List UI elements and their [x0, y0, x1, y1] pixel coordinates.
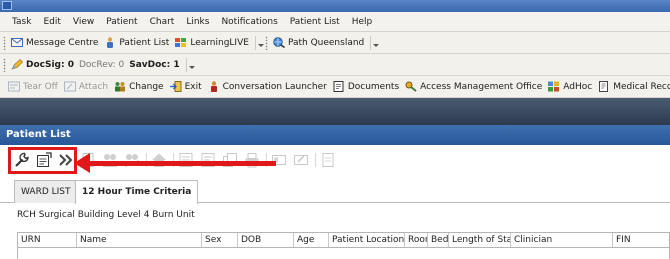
- menu-help[interactable]: Help: [346, 12, 379, 32]
- conversation-launcher-button[interactable]: Conversation Launcher: [206, 78, 331, 96]
- menu-patient-list[interactable]: Patient List: [284, 12, 346, 32]
- toolbar-separator: [315, 153, 316, 167]
- column-header-name[interactable]: Name: [77, 233, 202, 247]
- column-header-urn[interactable]: URN: [18, 233, 77, 247]
- toolbar-grip[interactable]: [3, 35, 6, 50]
- column-header-room[interactable]: Room: [405, 233, 428, 247]
- column-header-fin[interactable]: FIN: [613, 233, 669, 247]
- note-icon[interactable]: [320, 152, 336, 168]
- conversation-launcher-label: Conversation Launcher: [222, 81, 327, 92]
- adhoc-grid-icon: [548, 81, 560, 92]
- patient-table-header: URN Name Sex DOB Age Patient Location Ro…: [17, 232, 670, 248]
- menu-chart[interactable]: Chart: [144, 12, 181, 32]
- patient-list-label: Patient List: [119, 37, 170, 48]
- column-header-dob[interactable]: DOB: [238, 233, 294, 247]
- menu-task[interactable]: Task: [6, 12, 37, 32]
- savdoc-label: SavDoc: 1: [129, 59, 180, 70]
- learninglive-label: LearningLIVE: [190, 37, 249, 48]
- card-edit-icon[interactable]: [293, 152, 309, 168]
- person-speech-icon: [210, 81, 217, 92]
- patient-list-button[interactable]: Patient List: [102, 34, 173, 52]
- annotation-arrow-shaft: [86, 161, 276, 166]
- change-label: Change: [129, 81, 164, 92]
- column-header-sex[interactable]: Sex: [202, 233, 238, 247]
- toolbar-actions: Tear Off Attach Change Exit Conversation…: [0, 76, 670, 98]
- panel-title: Patient List: [0, 125, 670, 145]
- tab-ward-list[interactable]: WARD LIST: [14, 180, 78, 203]
- documents-button[interactable]: Documents: [331, 78, 403, 96]
- envelope-icon: [11, 38, 23, 47]
- toolbar-grip[interactable]: [3, 57, 6, 72]
- attach-label: Attach: [78, 81, 109, 92]
- toolbar-docsig: DocSig: 0 DocRev: 0 SavDoc: 1: [0, 54, 670, 76]
- toolbar-overflow-chevron[interactable]: [254, 35, 264, 50]
- document-icon: [333, 81, 344, 92]
- toolbar-overflow-chevron[interactable]: [185, 57, 195, 72]
- exit-button[interactable]: Exit: [168, 78, 206, 96]
- path-queensland-label: Path Queensland: [287, 37, 365, 48]
- medical-record-request-button[interactable]: Medical Record Reque: [596, 78, 670, 96]
- menu-bar: Task Edit View Patient Chart Links Notif…: [0, 12, 670, 32]
- docsig-label: DocSig: 0: [26, 59, 74, 70]
- access-management-office-label: Access Management Office: [420, 81, 543, 92]
- window-titlebar: [0, 0, 670, 12]
- learning-icon: [175, 38, 187, 47]
- annotation-highlight-box: [8, 147, 77, 174]
- column-header-bed[interactable]: Bed: [428, 233, 449, 247]
- menu-links[interactable]: Links: [180, 12, 215, 32]
- key-people-icon: [405, 81, 417, 92]
- menu-patient[interactable]: Patient: [100, 12, 143, 32]
- tear-off-label: Tear Off: [23, 81, 58, 92]
- change-people-icon: [115, 82, 126, 92]
- toolbar-overflow-chevron[interactable]: [370, 35, 380, 50]
- app-icon: [2, 1, 12, 10]
- menu-notifications[interactable]: Notifications: [215, 12, 283, 32]
- annotation-arrow-head: [74, 153, 90, 173]
- patient-list-toolbar: [0, 145, 670, 175]
- tear-off-button[interactable]: Tear Off: [6, 78, 62, 96]
- globe-search-icon: [273, 37, 285, 48]
- adhoc-button[interactable]: AdHoc: [546, 78, 596, 96]
- toolbar-grip[interactable]: [264, 35, 268, 50]
- docsig-indicator[interactable]: DocSig: 0 DocRev: 0 SavDoc: 1: [9, 56, 184, 74]
- pen-sign-icon: [11, 59, 23, 70]
- documents-label: Documents: [347, 81, 400, 92]
- path-queensland-button[interactable]: Path Queensland: [271, 34, 368, 52]
- exit-door-icon: [169, 81, 182, 92]
- toolbar-links: Message Centre Patient List LearningLIVE…: [0, 32, 670, 54]
- patient-table-body: [17, 248, 670, 259]
- access-management-office-button[interactable]: Access Management Office: [403, 78, 546, 96]
- adhoc-label: AdHoc: [563, 81, 593, 92]
- medical-record-icon: [599, 81, 609, 92]
- change-button[interactable]: Change: [112, 78, 167, 96]
- dark-separator-band: [0, 98, 670, 125]
- column-header-age[interactable]: Age: [294, 233, 329, 247]
- docrev-label: DocRev: 0: [79, 59, 125, 70]
- unit-location-label: RCH Surgical Building Level 4 Burn Unit: [17, 210, 195, 220]
- tab-12-hour-time-criteria[interactable]: 12 Hour Time Criteria: [75, 180, 199, 204]
- menu-view[interactable]: View: [67, 12, 100, 32]
- column-header-length-of-stay[interactable]: Length of Stay: [449, 233, 511, 247]
- message-centre-button[interactable]: Message Centre: [9, 34, 102, 52]
- tab-bar: WARD LIST 12 Hour Time Criteria: [0, 175, 670, 204]
- menu-edit[interactable]: Edit: [37, 12, 66, 32]
- person-icon: [107, 37, 114, 48]
- exit-label: Exit: [184, 81, 202, 92]
- message-centre-label: Message Centre: [26, 37, 99, 48]
- learninglive-button[interactable]: LearningLIVE: [173, 34, 253, 52]
- attach-icon: [63, 81, 76, 92]
- attach-button[interactable]: Attach: [62, 78, 112, 96]
- column-header-clinician[interactable]: Clinician: [511, 233, 613, 247]
- column-header-patient-location[interactable]: Patient Location: [329, 233, 405, 247]
- tear-off-icon: [8, 81, 20, 92]
- medical-record-request-label: Medical Record Reque: [613, 81, 670, 92]
